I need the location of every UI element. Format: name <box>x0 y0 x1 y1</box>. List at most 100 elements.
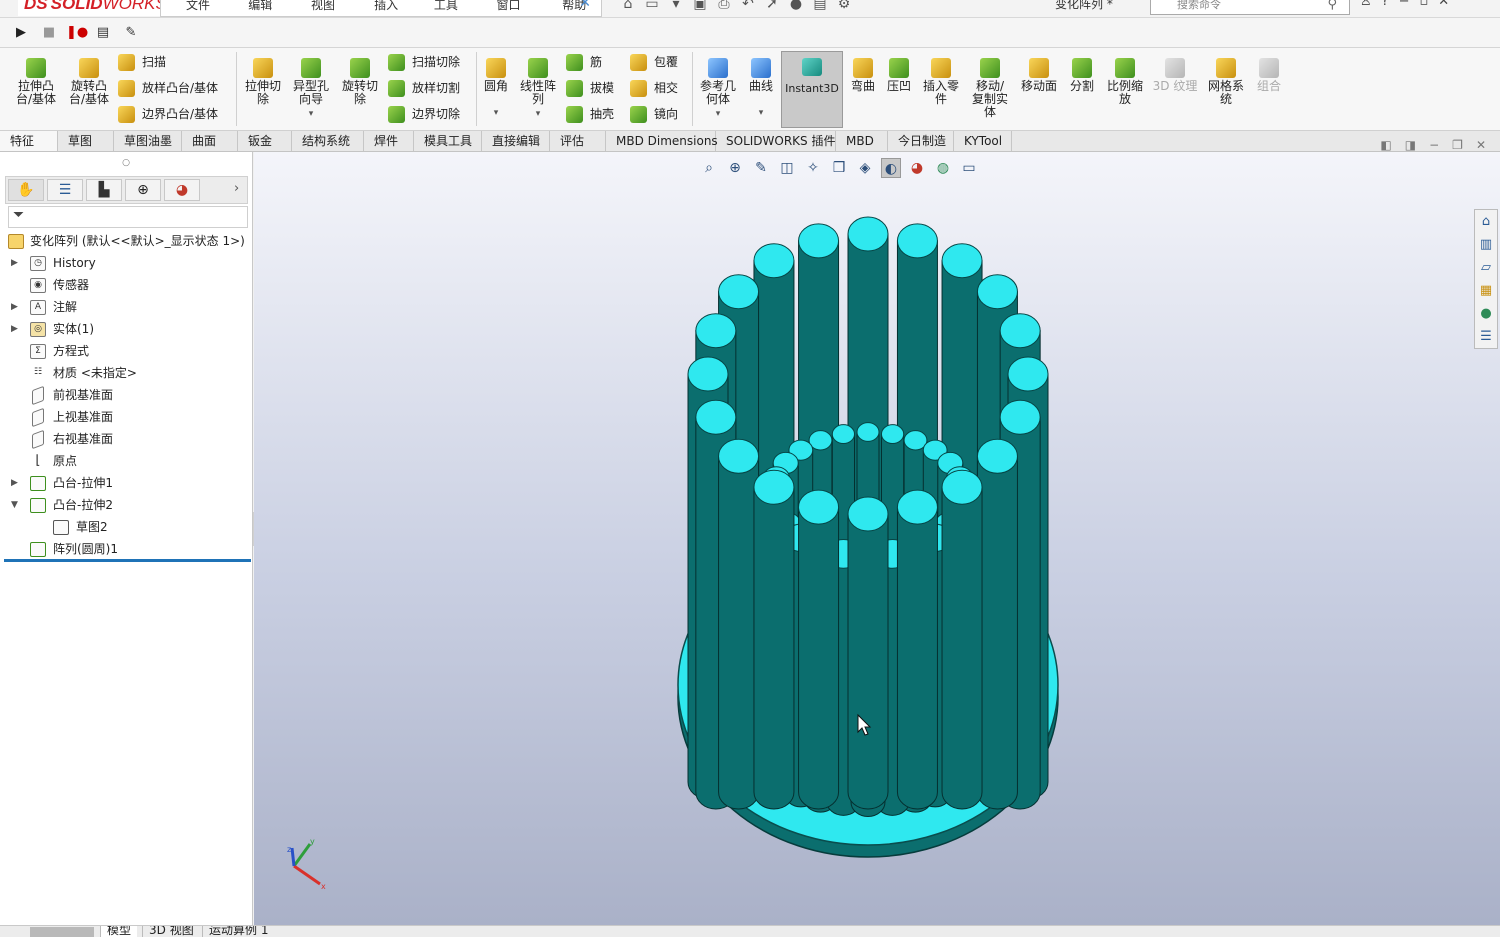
doc-restore-icon[interactable]: ❐ <box>1452 138 1463 152</box>
split-button[interactable]: 分割 <box>1064 58 1100 93</box>
tree-item-front-plane[interactable]: 前视基准面 <box>0 384 253 406</box>
menu-window[interactable]: 窗口(W) <box>471 0 537 17</box>
doc-minimize-icon[interactable]: − <box>1429 138 1439 152</box>
tab-solidworks-addins[interactable]: SOLIDWORKS 插件 <box>716 131 836 151</box>
menu-view[interactable]: 视图(V) <box>286 0 349 17</box>
tab-motion-study[interactable]: 运动算例 1 <box>202 926 274 937</box>
display-style-icon[interactable]: ◈ <box>855 158 875 178</box>
file-properties-icon[interactable]: ▤ <box>810 0 830 14</box>
new-macro-icon[interactable]: ▤ <box>94 24 112 42</box>
instant3d-button[interactable]: Instant3D <box>781 51 843 128</box>
design-library-icon[interactable]: ▥ <box>1475 233 1497 256</box>
property-manager-tab-icon[interactable]: ☰ <box>47 179 83 201</box>
hide-show-icon[interactable]: ◐ <box>881 158 901 178</box>
sweep-cut-button[interactable]: 扫描切除 <box>388 51 460 73</box>
search-icon[interactable]: ⚲ <box>1327 0 1337 14</box>
move-copy-body-button[interactable]: 移动/ 复制实 体 <box>966 58 1014 119</box>
restore-icon[interactable]: ▫ <box>1419 0 1428 9</box>
menu-help[interactable]: 帮助(H) <box>537 0 601 17</box>
extruded-boss-button[interactable]: 拉伸凸 台/基体 <box>10 58 62 106</box>
home-icon[interactable]: ⌂ <box>618 0 638 14</box>
insert-part-button[interactable]: 插入零 件 <box>918 58 964 106</box>
home-icon[interactable]: ⌂ <box>1475 210 1497 233</box>
tab-surfaces[interactable]: 曲面 <box>182 131 238 151</box>
save-icon[interactable]: ▣ <box>690 0 710 14</box>
boundary-boss-button[interactable]: 边界凸台/基体 <box>118 103 218 125</box>
tab-sketch[interactable]: 草图 <box>58 131 114 151</box>
curves-dropdown-icon[interactable]: ▾ <box>744 107 778 120</box>
reference-geometry-button[interactable]: 参考几 何体 ▾ <box>696 58 740 121</box>
edit-appearance-icon[interactable]: ◕ <box>907 158 927 178</box>
tab-3d-views[interactable]: 3D 视图 <box>142 926 200 937</box>
zoom-to-fit-icon[interactable]: ⌕ <box>699 158 719 178</box>
hole-wizard-button[interactable]: 异型孔 向导 ▾ <box>288 58 334 121</box>
tile-left-icon[interactable]: ◧ <box>1380 138 1391 152</box>
feature-manager-tab-icon[interactable]: ✋ <box>8 179 44 201</box>
command-search-input[interactable]: 搜索命令 ⚲ <box>1150 0 1350 15</box>
tree-root-part[interactable]: 变化阵列 (默认<<默认>_显示状态 1>) <box>0 230 253 252</box>
tab-scroll-buttons[interactable] <box>30 927 94 937</box>
close-icon[interactable]: ✕ <box>1438 0 1449 9</box>
expand-arrow-icon[interactable]: ▶ <box>11 472 18 494</box>
flex-button[interactable]: 弯曲 <box>846 58 880 93</box>
tab-mbd[interactable]: MBD <box>836 131 888 151</box>
custom-properties-icon[interactable]: ☰ <box>1475 325 1497 348</box>
tree-item-boss-extrude1[interactable]: ▶ 凸台-拉伸1 <box>0 472 253 494</box>
rebuild-icon[interactable]: ● <box>786 0 806 14</box>
tree-item-boss-extrude2[interactable]: ▼ 凸台-拉伸2 <box>0 494 253 516</box>
tab-sketch-ink[interactable]: 草图油墨 <box>114 131 182 151</box>
tab-direct-editing[interactable]: 直接编辑 <box>482 131 550 151</box>
view-palette-icon[interactable]: ▦ <box>1475 279 1497 302</box>
collapse-arrow-icon[interactable]: ▼ <box>11 494 18 516</box>
run-macro-icon[interactable]: ▶ <box>12 24 30 42</box>
loft-cut-button[interactable]: 放样切割 <box>388 77 460 99</box>
mesh-system-button[interactable]: 网格系 统 <box>1203 58 1249 106</box>
wrap-button[interactable]: 包覆 <box>630 51 678 73</box>
revolved-boss-button[interactable]: 旋转凸 台/基体 <box>63 58 115 106</box>
tree-item-equations[interactable]: Σ 方程式 <box>0 340 253 362</box>
loft-button[interactable]: 放样凸台/基体 <box>118 77 218 99</box>
tree-filter-input[interactable]: ⏷ <box>8 206 248 228</box>
menu-file[interactable]: 文件(F) <box>161 0 223 17</box>
tree-item-material[interactable]: ☷ 材质 <未指定> <box>0 362 253 384</box>
scale-button[interactable]: 比例缩 放 <box>1102 58 1148 106</box>
expand-arrow-icon[interactable]: ▶ <box>11 296 18 318</box>
dynamic-annotation-icon[interactable]: ✧ <box>803 158 823 178</box>
tab-mbd-dimensions[interactable]: MBD Dimensions <box>606 131 718 151</box>
tab-3dexperience-today[interactable]: 今日制造 <box>888 131 954 151</box>
menu-edit[interactable]: 编辑(E) <box>223 0 286 17</box>
curves-button[interactable]: 曲线 ▾ <box>744 58 778 120</box>
tab-structure-system[interactable]: 结构系统 <box>292 131 364 151</box>
tree-item-top-plane[interactable]: 上视基准面 <box>0 406 253 428</box>
tab-mold-tools[interactable]: 模具工具 <box>414 131 482 151</box>
open-icon[interactable]: ▾ <box>666 0 686 14</box>
dimxpert-manager-tab-icon[interactable]: ⊕ <box>125 179 161 201</box>
edit-macro-icon[interactable]: ✎ <box>122 24 140 42</box>
appearances-icon[interactable]: ● <box>1475 302 1497 325</box>
tab-sheet-metal[interactable]: 钣金 <box>238 131 292 151</box>
select-icon[interactable]: ➚ <box>762 0 782 14</box>
fillet-button[interactable]: 圆角 ▾ <box>479 58 513 120</box>
previous-view-icon[interactable]: ✎ <box>751 158 771 178</box>
minimize-icon[interactable]: − <box>1399 0 1410 9</box>
apply-scene-icon[interactable]: ◍ <box>933 158 953 178</box>
tile-right-icon[interactable]: ◨ <box>1405 138 1416 152</box>
tree-item-sketch2[interactable]: 草图2 <box>0 516 253 538</box>
tree-item-solid-bodies[interactable]: ▶ ◎ 实体(1) <box>0 318 253 340</box>
tree-item-right-plane[interactable]: 右视基准面 <box>0 428 253 450</box>
graphics-area[interactable]: ⌕ ⊕ ✎ ◫ ✧ ❒ ◈ ◐ ◕ ◍ ▭ ⌂ ▥ ▱ ▦ ● ☰ y x z <box>254 152 1500 925</box>
linear-pattern-button[interactable]: 线性阵 列 ▾ <box>516 58 560 121</box>
tree-item-sensors[interactable]: ◉ 传感器 <box>0 274 253 296</box>
draft-button[interactable]: 拔模 <box>566 77 614 99</box>
linear-pattern-dropdown-icon[interactable]: ▾ <box>516 108 560 121</box>
print-icon[interactable]: ⎙ <box>714 0 734 14</box>
expand-arrow-icon[interactable]: ▶ <box>11 252 18 274</box>
reference-geometry-dropdown-icon[interactable]: ▾ <box>696 108 740 121</box>
view-orientation-icon[interactable]: ❒ <box>829 158 849 178</box>
display-manager-tab-icon[interactable]: ◕ <box>164 179 200 201</box>
tab-weldments[interactable]: 焊件 <box>364 131 414 151</box>
help-icon[interactable]: ? <box>1382 0 1389 9</box>
tree-item-circular-pattern1[interactable]: 阵列(圆周)1 <box>0 538 253 560</box>
combine-button[interactable]: 组合 <box>1252 58 1286 93</box>
3d-model-view[interactable] <box>254 152 1500 925</box>
